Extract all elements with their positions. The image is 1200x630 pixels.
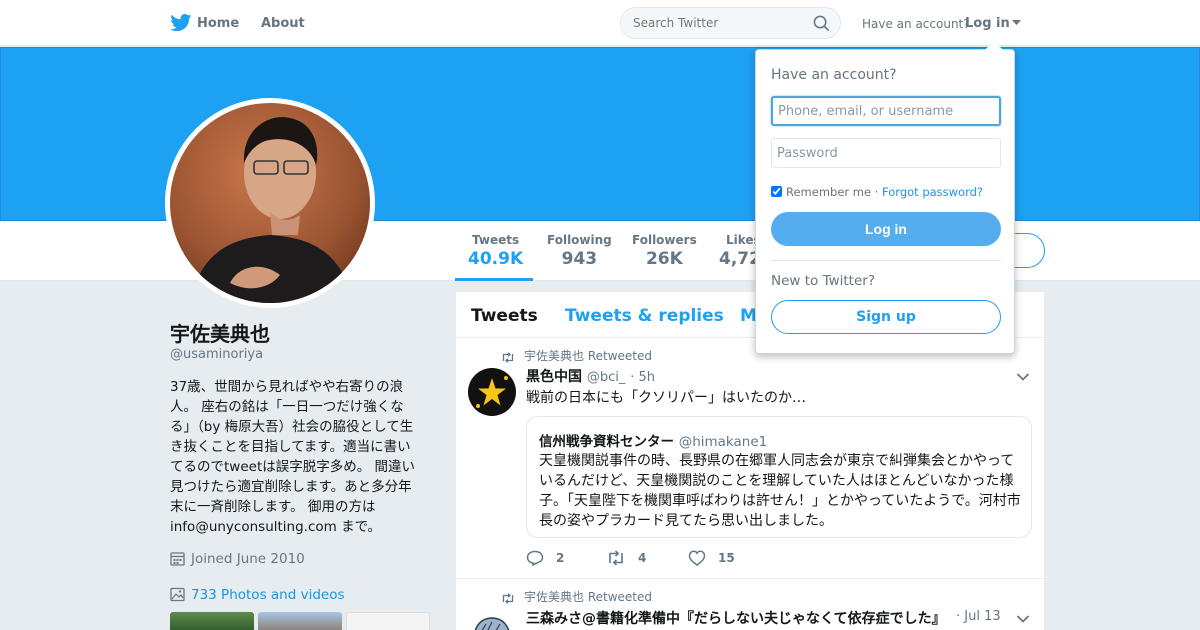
profile-handle[interactable]: @usaminoriya [170,347,263,362]
quoted-author-name: 信州戦争資料センター [539,434,674,450]
tweet-author-name[interactable]: 黒色中国 [526,369,582,385]
tweet-timestamp[interactable]: · 5h [630,370,655,385]
tab-tweets-replies[interactable]: Tweets & replies [565,306,724,326]
photos-videos-link[interactable]: 733 Photos and videos [170,587,345,603]
remember-row: Remember me · Forgot password? [771,185,983,199]
bio-line: る」（by 梅原大吾）社会の脇役として生 [170,419,414,435]
retweet-count: 4 [638,551,647,565]
retweet-icon [609,550,623,566]
search-box[interactable] [620,7,841,39]
tweet-text: 戦前の日本にも「クソリパー」はいたのか… [526,390,806,406]
media-thumbnail[interactable] [258,612,342,630]
stat-value: 26K [645,249,683,269]
separator-dot: · [874,185,879,199]
joined-text: Joined June 2010 [191,551,305,567]
stat-label: Following [547,233,612,247]
bio-line: 見つけたら適宜削除します。あと多分年 [170,479,412,495]
login-dropdown-toggle[interactable]: Log in [965,16,1021,31]
bio-line: てるのでtweetは誤字脱字多め。 間違い [170,459,416,475]
nav-home-link[interactable]: Home [197,16,239,31]
retweet-context: 宇佐美典也 Retweeted [501,588,652,605]
retweet-context-text[interactable]: 宇佐美典也 Retweeted [524,349,652,363]
tweet-author-handle[interactable]: @bci_ [587,370,626,385]
retweet-icon [502,352,514,363]
avatar-photo [170,103,370,303]
search-input[interactable] [633,16,803,30]
chevron-down-icon[interactable] [1016,614,1030,624]
reply-count: 2 [556,551,565,565]
profile-bio: 37歳、世間から見ればやや右寄りの浪 人。 座右の銘は「一日一つだけ強くな る」… [170,377,432,537]
stat-following[interactable]: Following 943 [547,233,612,269]
have-account-text: Have an account? [862,17,970,31]
forgot-password-link[interactable]: Forgot password? [882,185,983,199]
reply-button[interactable]: 2 [526,550,565,567]
divider [771,260,1001,261]
tweet-author-avatar[interactable] [468,368,516,416]
stat-value: 40.9K [468,249,524,269]
bio-line: き抜くことを目指してます。適当に書い [170,439,411,455]
stat-label: Followers [632,233,697,247]
active-stat-underline [455,278,533,281]
twitter-bird-icon[interactable] [170,14,192,32]
new-to-twitter-text: New to Twitter? [771,273,875,289]
caret-down-icon [1011,20,1021,25]
quoted-tweet-header: 信州戦争資料センター @himakane1 [539,430,767,450]
joined-date: Joined June 2010 [170,551,305,567]
tweet-header: 三森みさ@書籍化準備中『だらしない夫じゃなくて依存症でした』 [526,608,956,628]
username-field[interactable] [771,96,1001,126]
media-thumbnail[interactable] [170,612,254,630]
media-thumbnail[interactable] [346,612,430,630]
tweet-item[interactable]: 宇佐美典也 Retweeted 黒色中国 @bci_ · 5h 戦前の日本にも「… [456,338,1044,579]
password-field[interactable] [771,138,1001,168]
retweet-context: 宇佐美典也 Retweeted [501,347,652,364]
image-icon [170,587,185,602]
tweet-header: 黒色中国 @bci_ · 5h [526,366,655,386]
tab-tweets[interactable]: Tweets [471,306,538,326]
bio-line: 人。 座右の銘は「一日一つだけ強くな [170,399,404,415]
quoted-author-handle: @himakane1 [678,434,768,450]
remember-me-checkbox[interactable] [771,186,782,197]
quoted-tweet[interactable]: 信州戦争資料センター @himakane1 天皇機関説事件の時、長野県の在郷軍人… [526,416,1032,538]
quoted-tweet-text: 天皇機関説事件の時、長野県の在郷軍人同志会が東京で糾弾集会とかやっているんだけど… [539,453,1021,529]
dropdown-title: Have an account? [771,67,897,83]
search-icon[interactable] [813,15,830,32]
retweet-context-text[interactable]: 宇佐美典也 Retweeted [524,590,652,604]
stat-value: 943 [561,249,598,269]
remember-me-label[interactable]: Remember me [786,185,871,199]
tweet-timestamp[interactable]: · Jul 13 [956,609,1001,624]
signup-button[interactable]: Sign up [771,300,1001,334]
chevron-down-icon[interactable] [1016,372,1030,382]
bio-line: info@unyconsulting.com まで。 [170,519,382,535]
retweet-button[interactable]: 4 [606,550,646,566]
bio-line: 末に一斉削除します。 御用の方は [170,499,376,515]
like-button[interactable]: 15 [688,550,735,566]
retweet-icon [502,593,514,604]
top-nav: Home About Have an account? Log in [0,0,1200,46]
tweet-author-name[interactable]: 三森みさ@書籍化準備中『だらしない夫じゃなくて依存症でした』 [526,611,946,627]
like-count: 15 [718,551,735,565]
profile-name[interactable]: 宇佐美典也 [170,318,270,347]
reply-icon [526,550,544,567]
bio-line: 37歳、世間から見ればやや右寄りの浪 [170,379,404,395]
login-link-label[interactable]: Log in [965,16,1010,31]
login-dropdown: Have an account? Remember me · Forgot pa… [755,49,1015,354]
login-button[interactable]: Log in [771,212,1001,246]
tweet-author-avatar[interactable] [468,610,516,630]
profile-avatar[interactable] [165,98,375,308]
stat-tweets[interactable]: Tweets 40.9K [468,233,523,269]
heart-icon [688,550,706,566]
stat-label: Tweets [472,233,520,247]
dropdown-caret [985,41,1003,50]
nav-about-link[interactable]: About [261,16,305,31]
stat-followers[interactable]: Followers 26K [632,233,697,269]
photos-text[interactable]: 733 Photos and videos [191,587,345,603]
calendar-icon [170,552,185,566]
